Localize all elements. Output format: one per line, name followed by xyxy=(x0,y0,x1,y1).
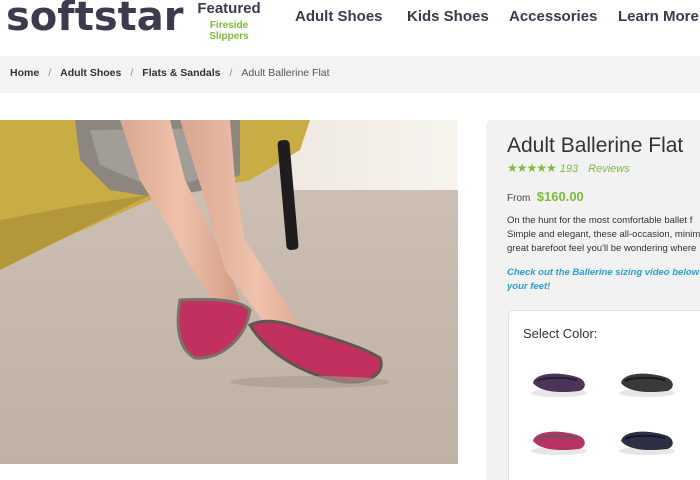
breadcrumb-separator: / xyxy=(48,67,52,79)
raspberry-swatch[interactable] xyxy=(527,421,591,457)
nav-accessories[interactable]: Accessories xyxy=(509,8,597,25)
product-title: Adult Ballerine Flat xyxy=(507,134,684,157)
star-rating-icon: ★★★★★ xyxy=(507,161,557,175)
nav-learn-more[interactable]: Learn More xyxy=(618,8,699,25)
breadcrumb: Home / Adult Shoes / Flats & Sandals / Adult B… xyxy=(10,67,330,79)
breadcrumb-separator: / xyxy=(130,67,134,79)
navy-swatch[interactable] xyxy=(615,421,679,457)
purple-swatch[interactable] xyxy=(527,363,591,399)
nav-featured-sublabel[interactable]: Fireside Slippers xyxy=(190,20,268,42)
nav-featured-label[interactable]: Featured xyxy=(190,0,268,17)
nav-kids-shoes[interactable]: Kids Shoes xyxy=(407,8,489,25)
description-line: Simple and elegant, these all-occasion, … xyxy=(507,229,700,240)
sizing-link-line[interactable]: Check out the Ballerine sizing video bel… xyxy=(507,266,700,280)
product-photo[interactable] xyxy=(0,120,458,464)
rating-count: 193 xyxy=(559,163,579,175)
sizing-link-line[interactable]: your feet! xyxy=(507,280,700,294)
breadcrumb-current: Adult Ballerine Flat xyxy=(241,67,330,79)
site-logo[interactable]: softstar xyxy=(6,0,183,40)
product-price: From $160.00 xyxy=(507,188,584,206)
site-header: softstar Featured Fireside Slippers Adul… xyxy=(0,0,700,56)
product-description: On the hunt for the most comfortable bal… xyxy=(507,214,700,256)
description-line: great barefoot feel you'll be wondering … xyxy=(507,243,697,254)
breadcrumb-bar: Home / Adult Shoes / Flats & Sandals / Adult B… xyxy=(0,56,700,93)
breadcrumb-adult-shoes[interactable]: Adult Shoes xyxy=(60,67,121,79)
color-selector-title: Select Color: xyxy=(523,326,598,341)
nav-adult-shoes[interactable]: Adult Shoes xyxy=(295,8,383,25)
product-info-panel: Adult Ballerine Flat ★★★★★ 193 Reviews Fro… xyxy=(486,120,700,480)
reviews-link[interactable]: Reviews xyxy=(588,163,630,175)
sizing-video-link[interactable]: Check out the Ballerine sizing video bel… xyxy=(507,266,700,294)
price-amount: $160.00 xyxy=(536,189,584,204)
product-photo-image xyxy=(0,120,458,464)
price-prefix: From xyxy=(507,193,531,204)
nav-featured[interactable]: Featured Fireside Slippers xyxy=(190,0,268,42)
breadcrumb-flats-sandals[interactable]: Flats & Sandals xyxy=(142,67,220,79)
charcoal-swatch[interactable] xyxy=(615,363,679,399)
breadcrumb-home[interactable]: Home xyxy=(10,67,39,79)
color-selector: Select Color: xyxy=(508,310,700,480)
description-line: On the hunt for the most comfortable bal… xyxy=(507,215,693,226)
product-rating[interactable]: ★★★★★ 193 Reviews xyxy=(507,161,630,175)
breadcrumb-separator: / xyxy=(229,67,233,79)
